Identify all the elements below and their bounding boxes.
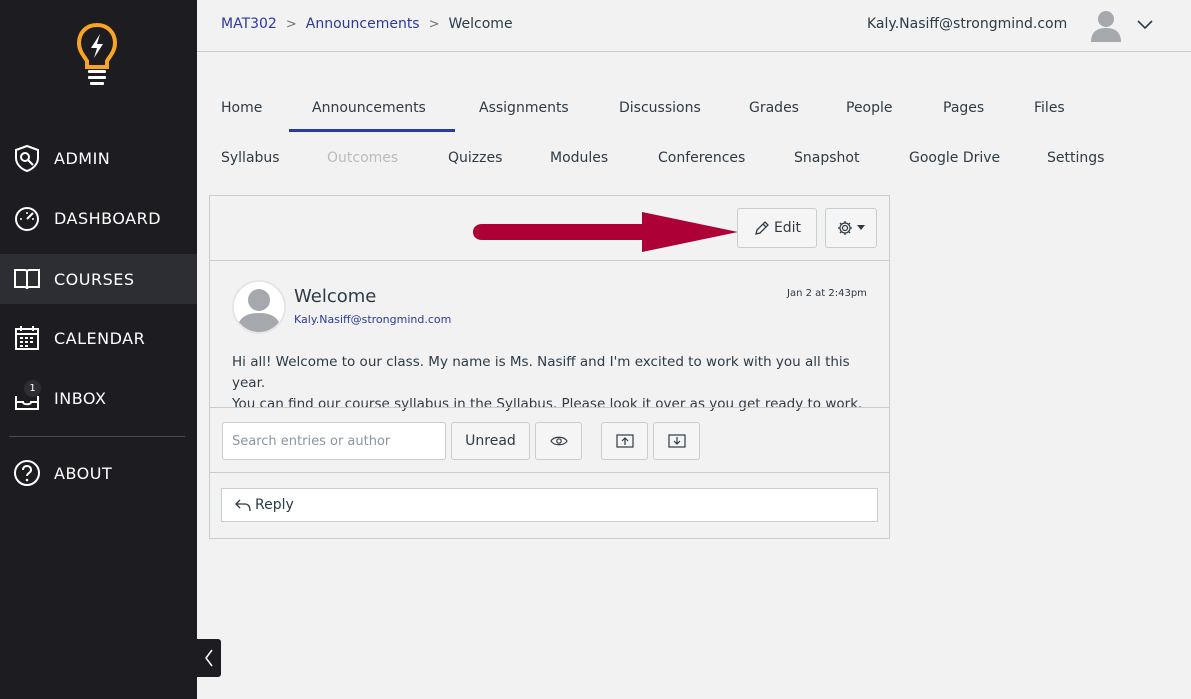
announcement-date: Jan 2 at 2:43pm bbox=[787, 288, 867, 299]
eye-icon bbox=[549, 436, 568, 446]
nav-divider bbox=[9, 436, 185, 437]
chevron-right-icon: > bbox=[285, 16, 297, 32]
breadcrumb-announcements-link[interactable]: Announcements bbox=[306, 16, 420, 32]
tab-pages[interactable]: Pages bbox=[943, 100, 984, 116]
inbox-unread-badge: 1 bbox=[24, 380, 41, 397]
tab-google-drive[interactable]: Google Drive bbox=[909, 150, 1000, 166]
tab-assignments[interactable]: Assignments bbox=[479, 100, 569, 116]
tab-settings[interactable]: Settings bbox=[1047, 150, 1104, 166]
author-avatar bbox=[232, 280, 286, 334]
settings-menu-button[interactable] bbox=[825, 208, 877, 248]
tab-discussions[interactable]: Discussions bbox=[619, 100, 701, 116]
announcement-body-line: You can find our course syllabus in the … bbox=[232, 396, 863, 412]
reply-button[interactable]: Reply bbox=[221, 488, 878, 522]
caret-down-icon bbox=[857, 225, 865, 230]
unread-filter-button[interactable]: Unread bbox=[451, 422, 530, 460]
mark-all-read-button[interactable] bbox=[535, 422, 582, 460]
user-avatar-icon[interactable] bbox=[1089, 8, 1123, 44]
reply-label: Reply bbox=[255, 497, 294, 513]
filter-divider bbox=[210, 407, 889, 408]
edit-button-label: Edit bbox=[773, 220, 802, 236]
nav-item-calendar[interactable]: CALENDAR bbox=[0, 313, 197, 363]
reply-divider bbox=[210, 472, 889, 473]
tab-syllabus[interactable]: Syllabus bbox=[221, 150, 280, 166]
announcement-body: Hi all! Welcome to our class. My name is… bbox=[232, 352, 872, 415]
calendar-icon bbox=[15, 326, 39, 350]
nav-label-admin: ADMIN bbox=[54, 148, 111, 168]
tab-snapshot[interactable]: Snapshot bbox=[794, 150, 859, 166]
nav-item-about[interactable]: ABOUT bbox=[0, 448, 197, 498]
lightbulb-logo-icon bbox=[76, 22, 118, 85]
edit-button[interactable]: Edit bbox=[737, 208, 817, 248]
chevron-left-icon bbox=[205, 649, 213, 667]
speedometer-icon bbox=[15, 207, 39, 231]
chevron-down-icon[interactable] bbox=[1136, 16, 1154, 34]
nav-label-dashboard: DASHBOARD bbox=[54, 208, 162, 228]
tab-grades[interactable]: Grades bbox=[749, 100, 799, 116]
chevron-right-icon: > bbox=[428, 16, 440, 32]
user-email: Kaly.Nasiff@strongmind.com bbox=[867, 16, 1068, 32]
nav-item-courses[interactable]: COURSES bbox=[0, 254, 197, 304]
nav-item-dashboard[interactable]: DASHBOARD bbox=[0, 193, 197, 243]
tab-quizzes[interactable]: Quizzes bbox=[448, 150, 502, 166]
announcement-body-line: Hi all! Welcome to our class. My name is… bbox=[232, 354, 850, 391]
nav-label-calendar: CALENDAR bbox=[54, 328, 146, 348]
book-icon bbox=[14, 269, 40, 290]
page-header: MAT302 > Announcements > Welcome Kaly.Na… bbox=[197, 0, 1191, 52]
person-avatar-icon bbox=[234, 282, 284, 332]
toolbar-divider bbox=[210, 260, 889, 261]
announcement-title: Welcome bbox=[294, 286, 377, 307]
announcement-author-link[interactable]: Kaly.Nasiff@strongmind.com bbox=[294, 313, 451, 326]
tab-modules[interactable]: Modules bbox=[550, 150, 608, 166]
collapse-sidebar-button[interactable] bbox=[197, 639, 221, 677]
nav-item-admin[interactable]: ADMIN bbox=[0, 133, 197, 183]
breadcrumb-current: Welcome bbox=[448, 16, 513, 32]
question-circle-icon bbox=[14, 460, 40, 486]
active-tab-indicator bbox=[289, 129, 455, 132]
gear-icon bbox=[838, 221, 852, 235]
tab-outcomes: Outcomes bbox=[327, 150, 399, 166]
collapse-up-icon bbox=[615, 434, 634, 448]
expand-threads-button[interactable] bbox=[601, 422, 648, 460]
nav-label-courses: COURSES bbox=[54, 269, 135, 289]
global-nav-sidebar: ADMIN DASHBOARD COURSES CALENDAR INBOX 1… bbox=[0, 0, 197, 699]
tab-files[interactable]: Files bbox=[1034, 100, 1065, 116]
breadcrumb-course-link[interactable]: MAT302 bbox=[221, 16, 277, 32]
reply-arrow-icon bbox=[235, 499, 251, 512]
nav-label-inbox: INBOX bbox=[54, 388, 107, 408]
tab-conferences[interactable]: Conferences bbox=[658, 150, 745, 166]
shield-icon bbox=[15, 144, 39, 172]
tab-home[interactable]: Home bbox=[221, 100, 262, 116]
red-arrow-annotation bbox=[473, 212, 738, 252]
announcement-panel: Edit Welcome Kaly.Nasiff@strongmind.com … bbox=[209, 195, 890, 539]
search-entries-input[interactable] bbox=[222, 422, 446, 460]
nav-label-about: ABOUT bbox=[54, 463, 113, 483]
breadcrumb: MAT302 > Announcements > Welcome bbox=[221, 16, 513, 32]
expand-down-icon bbox=[667, 434, 686, 448]
pencil-icon bbox=[755, 220, 769, 235]
tab-people[interactable]: People bbox=[846, 100, 893, 116]
tab-announcements[interactable]: Announcements bbox=[312, 100, 426, 116]
collapse-threads-button[interactable] bbox=[653, 422, 700, 460]
